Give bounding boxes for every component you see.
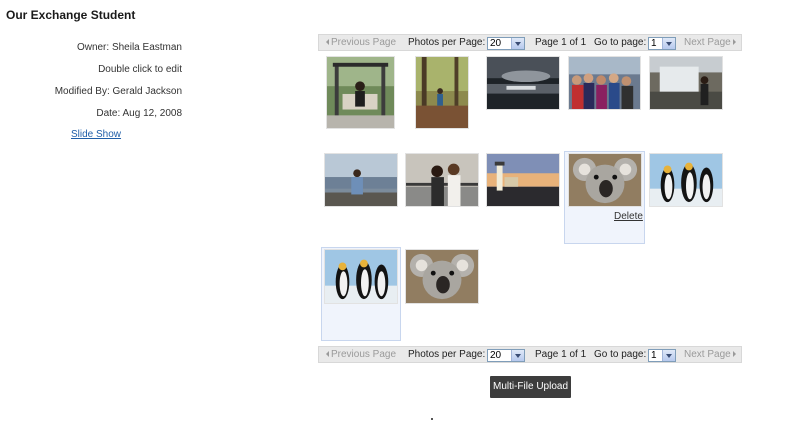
delete-photo-link[interactable]: Delete: [614, 211, 643, 222]
divider-dot: [431, 418, 433, 420]
photos-per-page-label: Photos per Page:: [408, 349, 486, 360]
go-to-page-select[interactable]: 1: [648, 37, 676, 50]
page-info: Page 1 of 1: [535, 37, 587, 48]
next-page-button[interactable]: Next Page: [684, 37, 736, 48]
photo-thumbnail[interactable]: [405, 153, 479, 207]
photo-thumbnail[interactable]: [649, 56, 723, 110]
chevron-left-icon: [326, 39, 329, 46]
go-to-page-label: Go to page:: [594, 37, 647, 48]
edit-hint: Double click to edit: [98, 64, 182, 75]
go-to-page-label: Go to page:: [594, 349, 647, 360]
photo-thumbnail[interactable]: [324, 249, 398, 304]
owner-text: Owner: Sheila Eastman: [76, 42, 182, 53]
multi-file-upload-button[interactable]: Multi-File Upload: [490, 376, 571, 398]
chevron-down-icon: [662, 350, 675, 361]
previous-page-button[interactable]: Previous Page: [326, 349, 396, 360]
chevron-down-icon: [662, 38, 675, 49]
photo-thumbnail[interactable]: [415, 56, 469, 129]
photos-per-page-select[interactable]: 20: [487, 37, 525, 50]
chevron-left-icon: [326, 351, 329, 358]
photo-thumbnail[interactable]: [568, 56, 641, 110]
date-text: Date: Aug 12, 2008: [96, 108, 182, 119]
photo-thumbnail[interactable]: [649, 153, 723, 207]
slideshow-link[interactable]: Slide Show: [71, 129, 121, 140]
chevron-down-icon: [511, 38, 524, 49]
photos-per-page-label: Photos per Page:: [408, 37, 486, 48]
chevron-right-icon: [732, 39, 736, 46]
chevron-down-icon: [511, 350, 524, 361]
previous-page-button[interactable]: Previous Page: [326, 37, 396, 48]
modified-by-text: Modified By: Gerald Jackson: [54, 86, 182, 97]
pager-top: Previous Page Photos per Page: 20 Page 1…: [318, 34, 742, 51]
pager-bottom: Previous Page Photos per Page: 20 Page 1…: [318, 346, 742, 363]
photo-thumbnail[interactable]: [486, 153, 560, 207]
page-title: Our Exchange Student: [6, 8, 136, 22]
photo-thumbnail[interactable]: [486, 56, 560, 110]
chevron-right-icon: [732, 351, 736, 358]
next-page-button[interactable]: Next Page: [684, 349, 736, 360]
photo-thumbnail[interactable]: [405, 249, 479, 304]
photos-per-page-select[interactable]: 20: [487, 349, 525, 362]
go-to-page-select[interactable]: 1: [648, 349, 676, 362]
photo-thumbnail[interactable]: [324, 153, 398, 207]
photo-thumbnail[interactable]: [326, 56, 395, 129]
photo-thumbnail[interactable]: [568, 153, 642, 207]
page-info: Page 1 of 1: [535, 349, 587, 360]
